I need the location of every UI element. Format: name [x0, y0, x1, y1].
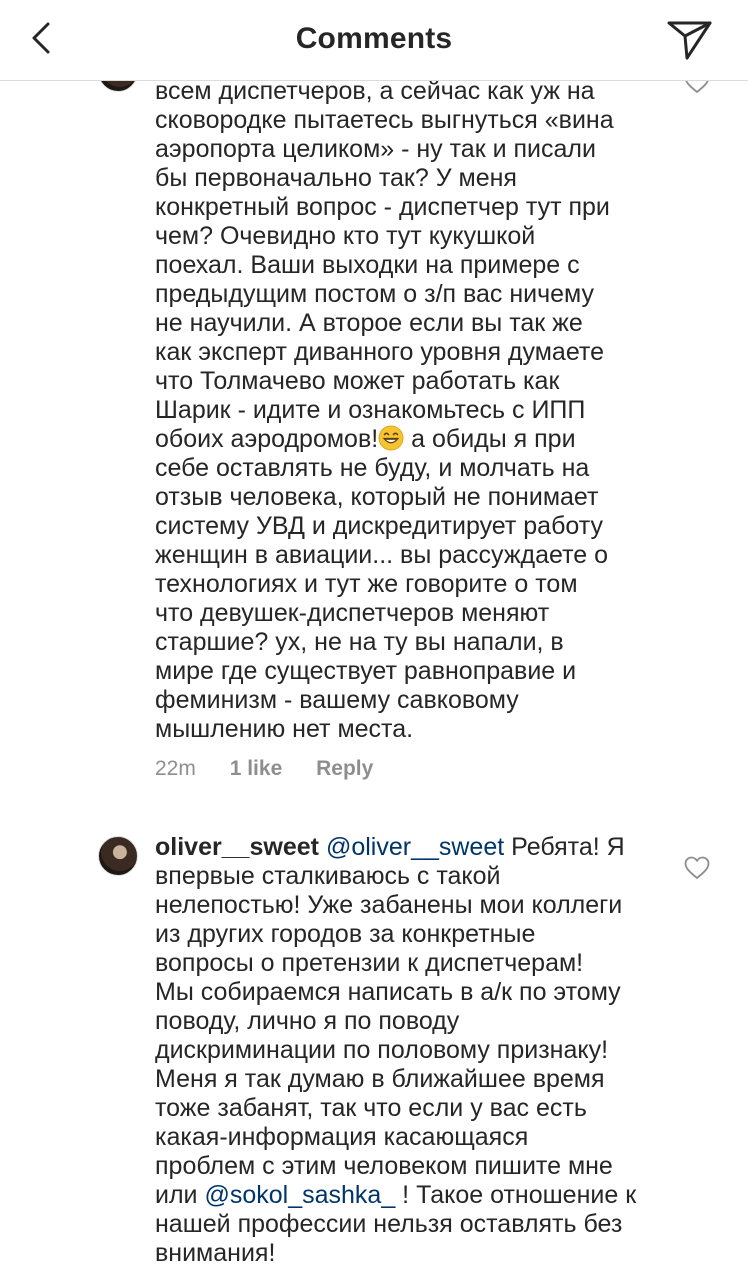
comment-text-segment: а обиды я при [404, 425, 576, 453]
comment-line: мире где существует равноправие и [155, 657, 577, 685]
comment-line: или @sokol_sashka_ ! Такое отношение к [155, 1181, 655, 1210]
comment-line: всем диспетчеров, а сейчас как уж на [155, 77, 595, 105]
page-title: Comments [295, 22, 453, 55]
comment-line: бы первоначально так? У меня [155, 164, 517, 192]
comment-line: дискриминации по половому признаку! [155, 1036, 609, 1064]
comment-line: внимания! [155, 1239, 276, 1267]
comment-line: чем? Очевидно кто тут кукушкой [155, 222, 536, 250]
comment-line: какая-информация касающаяся [155, 1123, 529, 1151]
comment-line: Меня я так думаю в ближайшее время [155, 1065, 605, 1093]
comment-line: феминизм - вашему савковому [155, 686, 519, 714]
comment-line: впервые сталкиваюсь с такой [155, 862, 501, 890]
comment-body: oliver__sweet @oliver__sweet Ребята! Я в… [155, 833, 655, 1268]
comment-line: Мы собираемся написать в а/к по этому [155, 978, 621, 1006]
comments-list: всем диспетчеров, а сейчас как уж на ско… [0, 0, 748, 1280]
comment-line: сковородке пытаетесь выгнуться «вина [155, 106, 614, 134]
comment-text-segment: или [155, 1181, 205, 1209]
comment-text-segment: ! Такое отношение к [395, 1181, 637, 1209]
comment-meta: 22m 1 like Reply [155, 757, 401, 781]
avatar[interactable] [98, 836, 138, 876]
comment-line: поехал. Ваши выходки на примере с [155, 251, 580, 279]
comment-line: мышлению нет места. [155, 715, 414, 743]
comment-line: аэропорта целиком» - ну так и писали [155, 135, 596, 163]
top-nav-bar: Comments [0, 0, 748, 81]
comment-line: вопросы о претензии к диспетчерам! [155, 949, 584, 977]
comment-line: из других городов за конкретные [155, 920, 536, 948]
comment-line: старшие? ух, не на ту вы напали, в [155, 628, 564, 656]
username-link[interactable]: oliver__sweet [155, 833, 319, 861]
comment-line: женщин в авиации... вы рассуждаете о [155, 541, 609, 569]
comment-line: что Толмачево может работать как [155, 367, 560, 395]
comment-line: нелепостью! Уже забанены мои коллеги [155, 891, 623, 919]
mention-link[interactable]: @sokol_sashka_ [204, 1181, 395, 1209]
comment-line: отзыв человека, который не понимает [155, 483, 599, 511]
mention-link[interactable]: @oliver__sweet [326, 833, 504, 861]
comment-line: технологиях и тут же говорите о том [155, 570, 578, 598]
heart-icon[interactable] [684, 856, 710, 880]
comment-line: нашей профессии нельзя оставлять без [155, 1210, 623, 1238]
comment-line: Шарик - идите и ознакомьтесь с ИПП [155, 396, 586, 424]
paper-plane-icon[interactable] [664, 14, 716, 64]
comment-line: oliver__sweet @oliver__sweet Ребята! Я [155, 833, 655, 862]
comment-line: тоже забанят, так что если у вас есть [155, 1094, 587, 1122]
comment-text-segment: обоих аэродромов! [155, 425, 379, 453]
comment-line: поводу, лично я по поводу [155, 1007, 460, 1035]
comment-text-segment: Ребята! Я [504, 833, 625, 861]
comment-line: предыдущим постом о з/п вас ничему [155, 280, 595, 308]
comment-timestamp: 22m [155, 757, 196, 780]
comment-line: как эксперт диванного уровня думаете [155, 338, 604, 366]
grinning-face-icon [378, 425, 404, 451]
comment-line: не научили. А второе если вы так же [155, 309, 583, 337]
comment-line: что девушек-диспетчеров меняют [155, 599, 550, 627]
comment-line: проблем с этим человеком пишите мне [155, 1152, 613, 1180]
comment-line: себе оставлять не буду, и молчать на [155, 454, 590, 482]
comment-line: обоих аэродромов! а обиды я при [155, 425, 655, 454]
comment-line: конкретный вопрос - диспетчер тут при [155, 193, 610, 221]
comment-line: систему УВД и дискредитирует работу [155, 512, 603, 540]
likes-count-link[interactable]: 1 like [230, 757, 283, 780]
reply-button[interactable]: Reply [316, 757, 373, 780]
comment-body: всем диспетчеров, а сейчас как уж на ско… [155, 77, 655, 744]
